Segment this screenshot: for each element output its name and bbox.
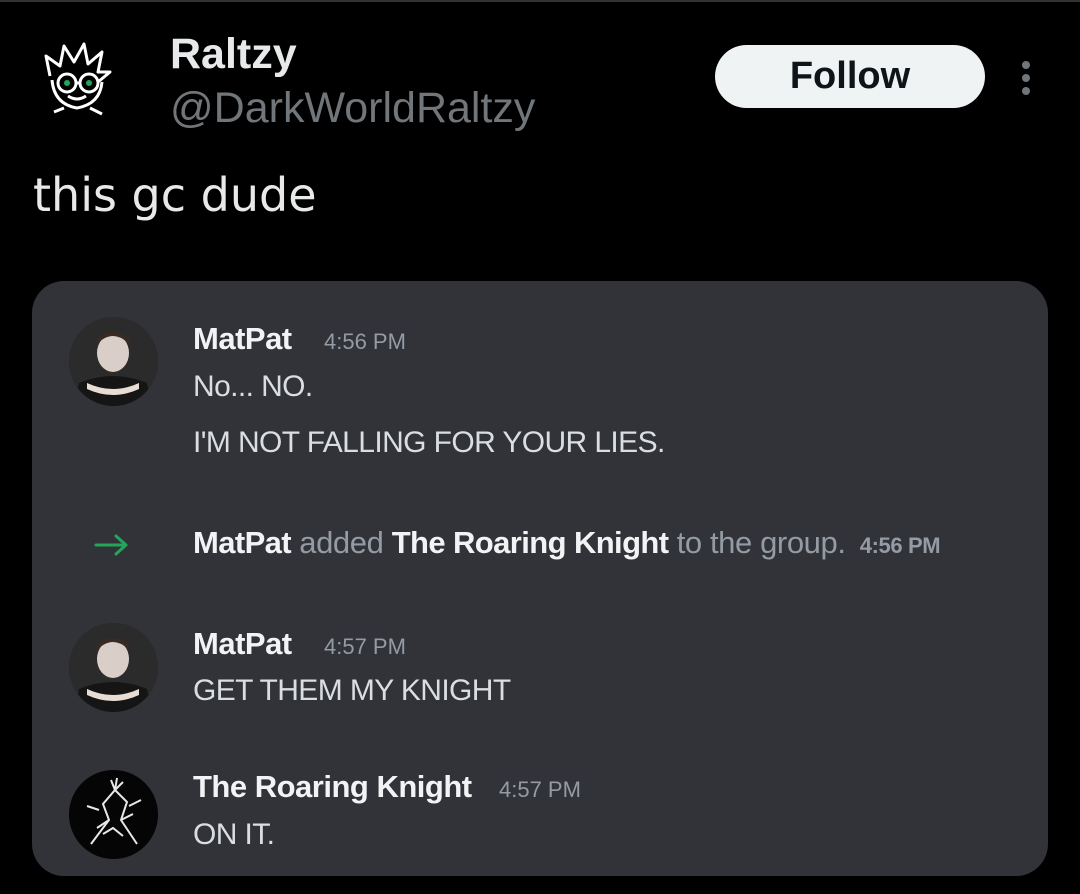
system-message: MatPat added The Roaring Knight to the g… (193, 525, 941, 561)
roaring-knight-avatar (69, 770, 158, 859)
message-author[interactable]: MatPat (193, 321, 292, 357)
system-target[interactable]: The Roaring Knight (392, 525, 669, 560)
message-line: I'M NOT FALLING FOR YOUR LIES. (193, 426, 665, 459)
avatar-drawing (34, 38, 120, 124)
message-line: GET THEM MY KNIGHT (193, 674, 511, 707)
join-arrow-icon (92, 531, 132, 559)
system-timestamp: 4:56 PM (859, 533, 941, 558)
system-verb: added (299, 525, 384, 560)
matpat-avatar (69, 623, 158, 712)
message-line: No... NO. (193, 370, 313, 403)
user-handle[interactable]: @DarkWorldRaltzy (170, 84, 535, 133)
matpat-avatar (69, 317, 158, 406)
message-author[interactable]: The Roaring Knight (193, 769, 472, 805)
message-timestamp: 4:57 PM (324, 634, 406, 659)
message-author[interactable]: MatPat (193, 626, 292, 662)
message-line: ON IT. (193, 818, 275, 851)
message-timestamp: 4:56 PM (324, 329, 406, 354)
display-name[interactable]: Raltzy (170, 30, 297, 79)
attached-image-discord-chat[interactable]: MatPat 4:56 PM No... NO. I'M NOT FALLING… (32, 281, 1048, 876)
more-vertical-icon[interactable] (1012, 58, 1040, 98)
system-actor[interactable]: MatPat (193, 525, 292, 560)
top-divider (0, 0, 1080, 2)
follow-button[interactable]: Follow (715, 45, 985, 108)
user-avatar[interactable] (34, 38, 120, 124)
tweet-text: this gc dude (33, 168, 317, 222)
system-suffix: to the group. (676, 525, 846, 560)
message-timestamp: 4:57 PM (499, 777, 581, 802)
